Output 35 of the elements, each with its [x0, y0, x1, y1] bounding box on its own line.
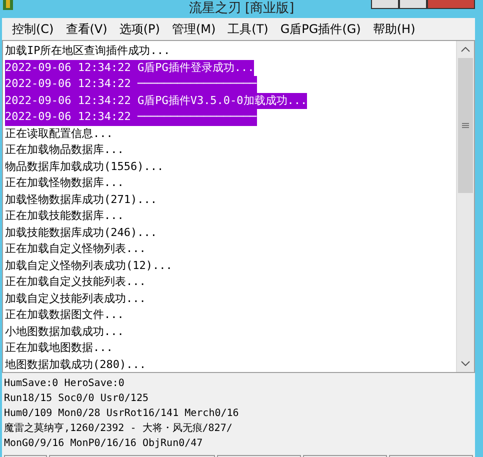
- menu-item[interactable]: G盾PG插件(G): [276, 20, 365, 38]
- log-line: 加载IP所在地区查询插件成功...: [5, 43, 170, 59]
- log-line: 加载怪物数据库成功(271)...: [5, 192, 157, 208]
- app-icon: [2, 0, 14, 10]
- log-line: 正在加载技能数据库...: [5, 208, 124, 224]
- log-line: 正在加载数据图文件...: [5, 307, 124, 323]
- grip-icon: [462, 122, 469, 128]
- menu-item[interactable]: 查看(V): [62, 20, 112, 38]
- scroll-up-icon[interactable]: [461, 47, 470, 52]
- status-text: Hum0/109 Mon0/28 UsrRot16/141 Merch0/16: [4, 407, 240, 421]
- menu-item[interactable]: 管理(M): [168, 20, 220, 38]
- status-text: MonG0/9/16 MonP0/16/16 ObjRun0/47: [4, 437, 204, 451]
- menu-item[interactable]: 控制(C): [8, 20, 58, 38]
- scroll-thumb[interactable]: [458, 58, 473, 193]
- log-line: 地图数据加载成功(280)...: [5, 356, 146, 372]
- status-text: 魔雷之莫纳亨,1260/2392 - 大将・风无痕/827/: [4, 422, 234, 436]
- log-line: 物品数据库加载成功(1556)...: [5, 158, 164, 174]
- log-line: 加载自定义技能列表成功...: [5, 290, 146, 306]
- menu-item[interactable]: 工具(T): [224, 20, 272, 38]
- log-line: 加载技能数据库成功(246)...: [5, 224, 157, 240]
- log-line: 正在加载自定义怪物列表...: [5, 241, 146, 257]
- status-text: HumSave:0 HeroSave:0: [4, 377, 126, 391]
- log-line: 正在读取配置信息...: [5, 126, 113, 142]
- scrollbar[interactable]: [456, 41, 474, 372]
- log-line: 正在加载怪物数据库...: [5, 175, 124, 191]
- menu-item[interactable]: 帮助(H): [368, 20, 420, 38]
- log-line: 正在加载自定义技能列表...: [5, 274, 146, 290]
- log-line: 正在加载地图数据...: [5, 340, 113, 356]
- menu-item[interactable]: 选项(P): [115, 20, 164, 38]
- window-title: 流星之刃 [商业版]: [188, 1, 294, 17]
- scroll-down-icon[interactable]: [461, 361, 470, 366]
- log-line: 正在加载物品数据库...: [5, 142, 124, 158]
- log-line: 加载自定义怪物列表成功(12)...: [5, 258, 172, 274]
- status-text: Run18/15 Soc0/0 Usr0/125: [4, 392, 150, 406]
- log-line: 小地图数据加载成功...: [5, 324, 124, 340]
